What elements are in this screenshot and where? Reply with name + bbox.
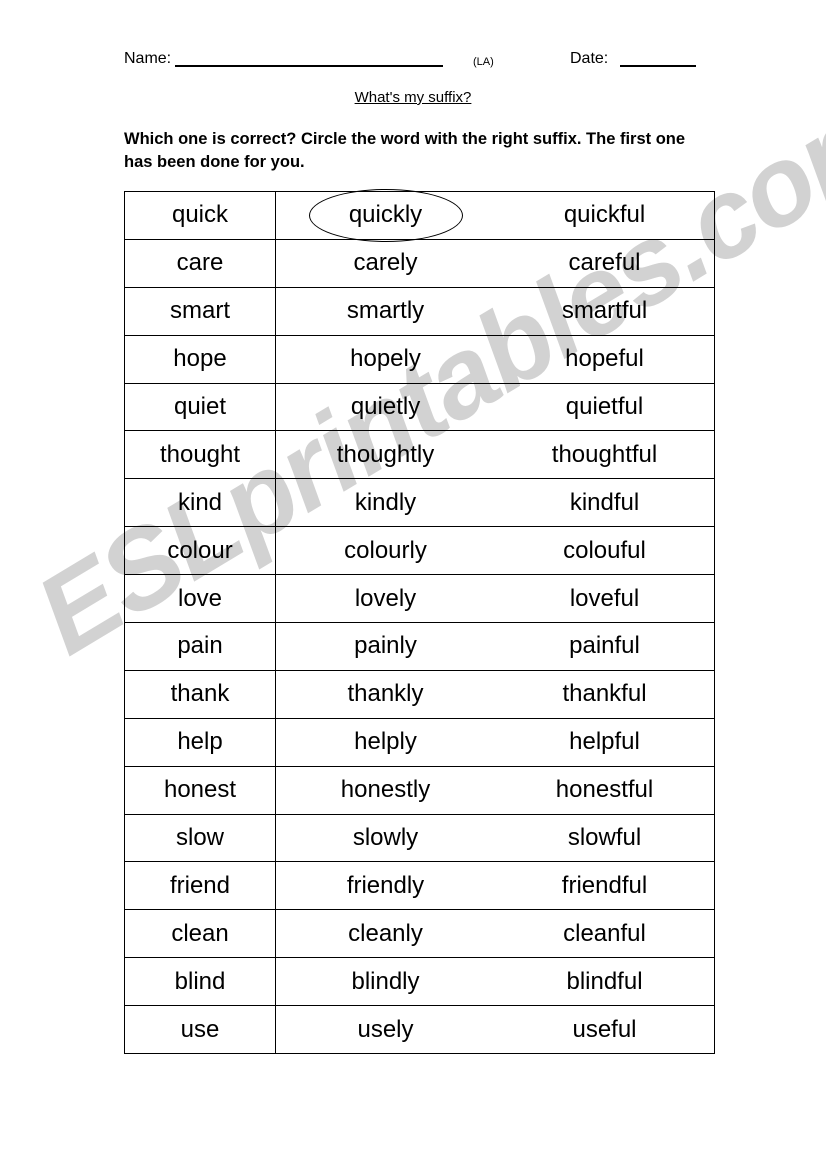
cell-option-ly[interactable]: kindly — [275, 478, 495, 528]
circled-answer-text: quickly — [348, 201, 423, 229]
cell-option-ful[interactable]: friendful — [495, 861, 715, 911]
table-row: blind blindly blindful — [124, 957, 715, 1007]
table-row: friend friendly friendful — [124, 861, 715, 911]
table-row: kind kindly kindful — [124, 478, 715, 528]
cell-option-ly[interactable]: colourly — [275, 526, 495, 576]
cell-option-ful[interactable]: loveful — [495, 574, 715, 624]
level-tag: (LA) — [473, 56, 494, 68]
table-row: slow slowly slowful — [124, 813, 715, 863]
cell-option-ly[interactable]: thoughtly — [275, 430, 495, 480]
cell-base-word[interactable]: honest — [124, 765, 276, 815]
cell-base-word[interactable]: blind — [124, 957, 276, 1007]
instructions-text: Which one is correct? Circle the word wi… — [124, 130, 686, 171]
cell-option-ful[interactable]: careful — [495, 238, 715, 288]
cell-option-ful[interactable]: helpful — [495, 717, 715, 767]
cell-base-word[interactable]: quick — [124, 191, 276, 240]
table-row: pain painly painful — [124, 622, 715, 671]
cell-option-ful[interactable]: quietful — [495, 382, 715, 432]
cell-option-ly[interactable]: friendly — [275, 861, 495, 911]
cell-base-word[interactable]: smart — [124, 286, 276, 336]
cell-option-ly[interactable]: usely — [275, 1005, 495, 1055]
cell-option-ly[interactable]: lovely — [275, 574, 495, 624]
date-input-line[interactable] — [620, 65, 696, 67]
cell-option-ly[interactable]: blindly — [275, 957, 495, 1007]
table-row: care carely careful — [124, 238, 715, 288]
table-row: colour colourly colouful — [124, 526, 715, 576]
cell-base-word[interactable]: pain — [124, 622, 276, 671]
worksheet-page: ESLprintables.com Name: (LA) Date: What'… — [0, 0, 826, 1169]
table-row: quiet quietly quietful — [124, 382, 715, 432]
table-row: clean cleanly cleanful — [124, 909, 715, 959]
cell-option-ly[interactable]: slowly — [275, 813, 495, 863]
table-row: thank thankly thankful — [124, 669, 715, 719]
cell-option-ful[interactable]: useful — [495, 1005, 715, 1055]
cell-base-word[interactable]: care — [124, 238, 276, 288]
cell-base-word[interactable]: love — [124, 574, 276, 624]
table-row: hope hopely hopeful — [124, 334, 715, 384]
cell-base-word[interactable]: kind — [124, 478, 276, 528]
cell-option-ful[interactable]: quickful — [495, 191, 715, 240]
cell-option-ly[interactable]: carely — [275, 238, 495, 288]
cell-option-ful[interactable]: hopeful — [495, 334, 715, 384]
cell-option-ly[interactable]: hopely — [275, 334, 495, 384]
table-row: love lovely loveful — [124, 574, 715, 624]
cell-base-word[interactable]: hope — [124, 334, 276, 384]
cell-option-ful[interactable]: thankful — [495, 669, 715, 719]
name-label: Name: — [124, 50, 172, 67]
header-row: Name: (LA) Date: — [0, 48, 826, 74]
cell-option-ly[interactable]: honestly — [275, 765, 495, 815]
cell-option-ful[interactable]: honestful — [495, 765, 715, 815]
circled-answer: quickly — [309, 189, 464, 243]
cell-base-word[interactable]: quiet — [124, 382, 276, 432]
cell-base-word[interactable]: slow — [124, 813, 276, 863]
cell-base-word[interactable]: friend — [124, 861, 276, 911]
cell-option-ful[interactable]: cleanful — [495, 909, 715, 959]
date-label: Date: — [570, 50, 609, 67]
page-title-text: What's my suffix? — [354, 89, 472, 106]
table-row: honest honestly honestful — [124, 765, 715, 815]
cell-option-ly[interactable]: thankly — [275, 669, 495, 719]
cell-base-word[interactable]: colour — [124, 526, 276, 576]
cell-base-word[interactable]: clean — [124, 909, 276, 959]
page-title: What's my suffix? — [0, 88, 826, 108]
cell-option-ly[interactable]: cleanly — [275, 909, 495, 959]
table-row: thought thoughtly thoughtful — [124, 430, 715, 480]
cell-option-ful[interactable]: smartful — [495, 286, 715, 336]
cell-option-ly[interactable]: quickly — [275, 189, 495, 243]
cell-base-word[interactable]: thank — [124, 669, 276, 719]
cell-option-ful[interactable]: thoughtful — [495, 430, 715, 480]
cell-option-ly[interactable]: helply — [275, 717, 495, 767]
cell-option-ful[interactable]: colouful — [495, 526, 715, 576]
table-row: quick quickly quickful — [124, 189, 715, 243]
cell-option-ful[interactable]: painful — [495, 622, 715, 671]
cell-option-ly[interactable]: smartly — [275, 286, 495, 336]
cell-option-ly[interactable]: quietly — [275, 382, 495, 432]
table-body: quick quickly quickful care carely careful sma… — [124, 189, 715, 1055]
table-row: help helply helpful — [124, 717, 715, 767]
cell-base-word[interactable]: help — [124, 717, 276, 767]
table-row: smart smartly smartful — [124, 286, 715, 336]
name-input-line[interactable] — [175, 65, 443, 67]
cell-base-word[interactable]: use — [124, 1005, 276, 1055]
cell-option-ful[interactable]: slowful — [495, 813, 715, 863]
cell-base-word[interactable]: thought — [124, 430, 276, 480]
table-row: use usely useful — [124, 1005, 715, 1055]
cell-option-ly[interactable]: painly — [275, 622, 495, 671]
cell-option-ful[interactable]: kindful — [495, 478, 715, 528]
cell-option-ful[interactable]: blindful — [495, 957, 715, 1007]
suffix-exercise-table: quick quickly quickful care carely careful sma… — [124, 189, 715, 1055]
